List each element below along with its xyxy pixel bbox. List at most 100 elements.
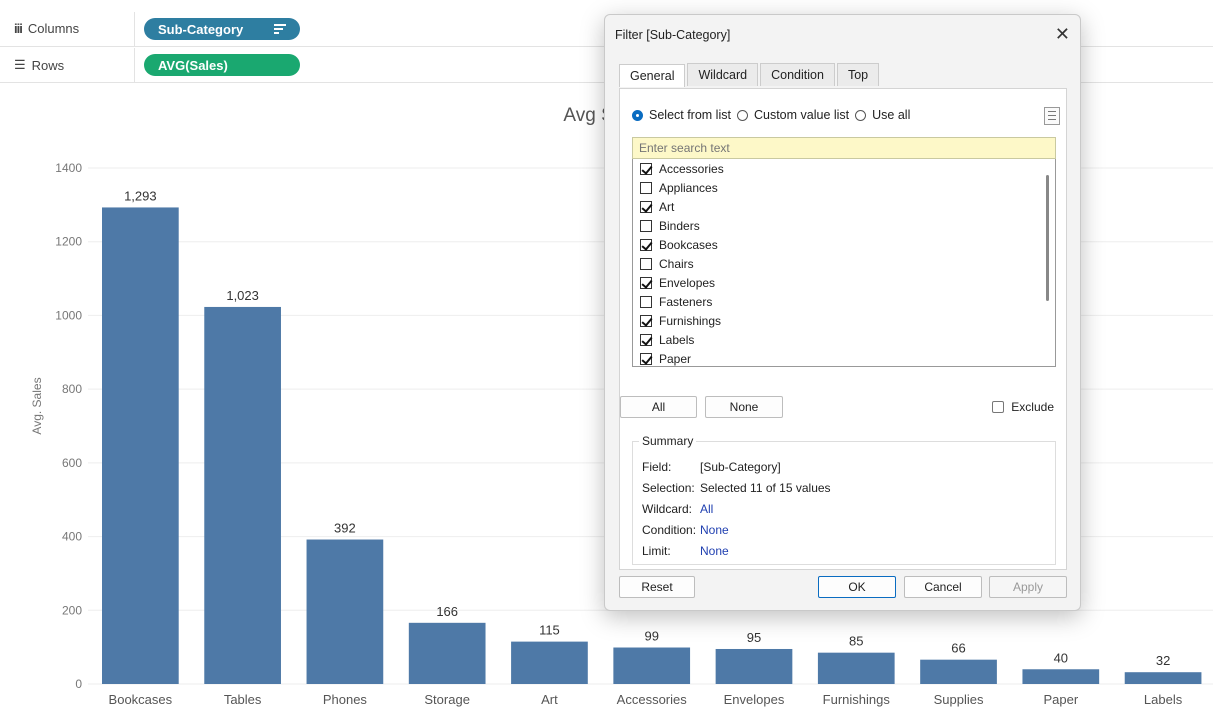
summary-field-key: Field: — [642, 460, 672, 474]
checked-checkbox[interactable] — [640, 276, 652, 289]
bar[interactable] — [920, 659, 997, 684]
x-tick-label: Envelopes — [724, 692, 785, 707]
y-tick-label: 1000 — [55, 308, 82, 322]
y-tick-label: 1200 — [55, 235, 82, 249]
radio-use-all-label[interactable]: Use all — [872, 108, 910, 122]
cancel-button[interactable]: Cancel — [904, 576, 982, 598]
values-list[interactable]: Accessories Appliances Art Binders Bookcases… — [632, 159, 1056, 367]
summary-wildcard-value: All — [700, 502, 714, 516]
summary-wildcard-row: Wildcard: All — [642, 502, 713, 516]
list-item[interactable]: Appliances — [633, 178, 1055, 197]
bar[interactable] — [306, 539, 384, 684]
list-item[interactable]: Furnishings — [633, 311, 1055, 330]
list-item[interactable]: Envelopes — [633, 273, 1055, 292]
checked-checkbox[interactable] — [640, 162, 652, 175]
bar-value-label: 115 — [539, 623, 560, 638]
unchecked-checkbox[interactable] — [640, 181, 652, 194]
summary-limit-key: Limit: — [642, 544, 671, 558]
bar[interactable] — [511, 641, 588, 684]
bar-value-label: 1,293 — [124, 188, 157, 203]
list-scrollbar[interactable] — [1046, 175, 1049, 301]
y-tick-label: 400 — [62, 530, 82, 544]
search-input[interactable] — [632, 137, 1056, 159]
summary-selection-row: Selection: Selected 11 of 15 values — [642, 481, 831, 495]
checked-checkbox[interactable] — [640, 333, 652, 346]
tab-top[interactable]: Top — [836, 63, 880, 86]
list-item[interactable]: Labels — [633, 330, 1055, 349]
tab-wildcard[interactable]: Wildcard — [687, 63, 759, 86]
checked-checkbox[interactable] — [640, 238, 652, 251]
summary-field-value: [Sub-Category] — [700, 460, 781, 474]
list-item[interactable]: Bookcases — [633, 235, 1055, 254]
checked-checkbox[interactable] — [640, 200, 652, 213]
bar[interactable] — [715, 648, 793, 684]
exclude-label: Exclude — [1011, 400, 1054, 414]
list-item[interactable]: Binders — [633, 216, 1055, 235]
avg-sales-pill-label: AVG(Sales) — [158, 57, 228, 73]
bar[interactable] — [817, 652, 895, 684]
bar-value-label: 99 — [644, 629, 658, 644]
none-button[interactable]: None — [705, 396, 783, 418]
radio-custom-value-list[interactable] — [736, 109, 748, 121]
list-item-label: Furnishings — [659, 313, 722, 328]
bar-value-label: 66 — [951, 641, 965, 656]
tab-condition[interactable]: Condition — [760, 63, 835, 86]
list-item[interactable]: Chairs — [633, 254, 1055, 273]
sort-descending-icon[interactable] — [274, 22, 286, 36]
summary-selection-key: Selection: — [642, 481, 695, 495]
list-item-label: Envelopes — [659, 275, 716, 290]
list-item[interactable]: Fasteners — [633, 292, 1055, 311]
y-tick-label: 600 — [62, 456, 82, 470]
sub-category-pill[interactable]: Sub-Category — [144, 18, 300, 40]
all-button[interactable]: All — [620, 396, 697, 418]
general-tab-panel: Select from list Custom value list Use a… — [619, 88, 1067, 570]
bar[interactable] — [204, 306, 281, 684]
reset-button[interactable]: Reset — [619, 576, 695, 598]
checked-checkbox[interactable] — [640, 314, 652, 327]
bar-value-label: 1,023 — [226, 288, 259, 303]
summary-condition-row: Condition: None — [642, 523, 729, 537]
y-tick-label: 200 — [62, 603, 82, 617]
selection-mode-radios: Select from list Custom value list Use a… — [632, 108, 910, 122]
tab-general[interactable]: General — [619, 64, 686, 87]
exclude-checkbox[interactable] — [992, 401, 1005, 413]
bar-value-label: 40 — [1054, 650, 1068, 665]
x-tick-label: Bookcases — [109, 692, 173, 707]
sub-category-pill-label: Sub-Category — [158, 21, 244, 37]
unchecked-checkbox[interactable] — [640, 219, 652, 232]
summary-condition-value: None — [700, 523, 729, 537]
bar[interactable] — [1124, 672, 1202, 684]
unchecked-checkbox[interactable] — [640, 257, 652, 270]
checked-checkbox[interactable] — [640, 352, 652, 365]
exclude-option[interactable]: Exclude — [992, 400, 1054, 414]
close-icon[interactable]: ✕ — [1055, 24, 1070, 45]
summary-selection-value: Selected 11 of 15 values — [700, 481, 831, 495]
bar[interactable] — [613, 647, 691, 684]
list-item[interactable]: Art — [633, 197, 1055, 216]
summary-title: Summary — [639, 434, 697, 448]
shelf-divider — [134, 12, 135, 46]
radio-custom-value-list-label[interactable]: Custom value list — [754, 108, 849, 122]
bar[interactable] — [1022, 669, 1100, 684]
dialog-title: Filter [Sub-Category] — [615, 28, 731, 42]
bar[interactable] — [102, 207, 179, 684]
list-menu-icon[interactable] — [1044, 107, 1060, 125]
summary-limit-value: None — [700, 544, 729, 558]
apply-button[interactable]: Apply — [989, 576, 1067, 598]
list-item[interactable]: Paper — [633, 349, 1055, 366]
bar-value-label: 32 — [1156, 653, 1170, 668]
list-item-label: Paper — [659, 351, 692, 366]
rows-icon: ☰ — [14, 57, 26, 72]
x-tick-label: Labels — [1144, 692, 1183, 707]
radio-select-from-list[interactable] — [632, 109, 643, 121]
list-item[interactable]: Accessories — [633, 159, 1055, 178]
list-item-label: Art — [659, 199, 675, 214]
filter-dialog[interactable]: Filter [Sub-Category] ✕ General Wildcard… — [604, 14, 1081, 611]
bar[interactable] — [408, 622, 486, 684]
avg-sales-pill[interactable]: AVG(Sales) — [144, 54, 300, 76]
columns-shelf-label: iii Columns — [14, 21, 79, 36]
radio-select-from-list-label[interactable]: Select from list — [649, 108, 731, 122]
radio-use-all[interactable] — [855, 109, 867, 121]
unchecked-checkbox[interactable] — [640, 295, 652, 308]
ok-button[interactable]: OK — [818, 576, 896, 598]
